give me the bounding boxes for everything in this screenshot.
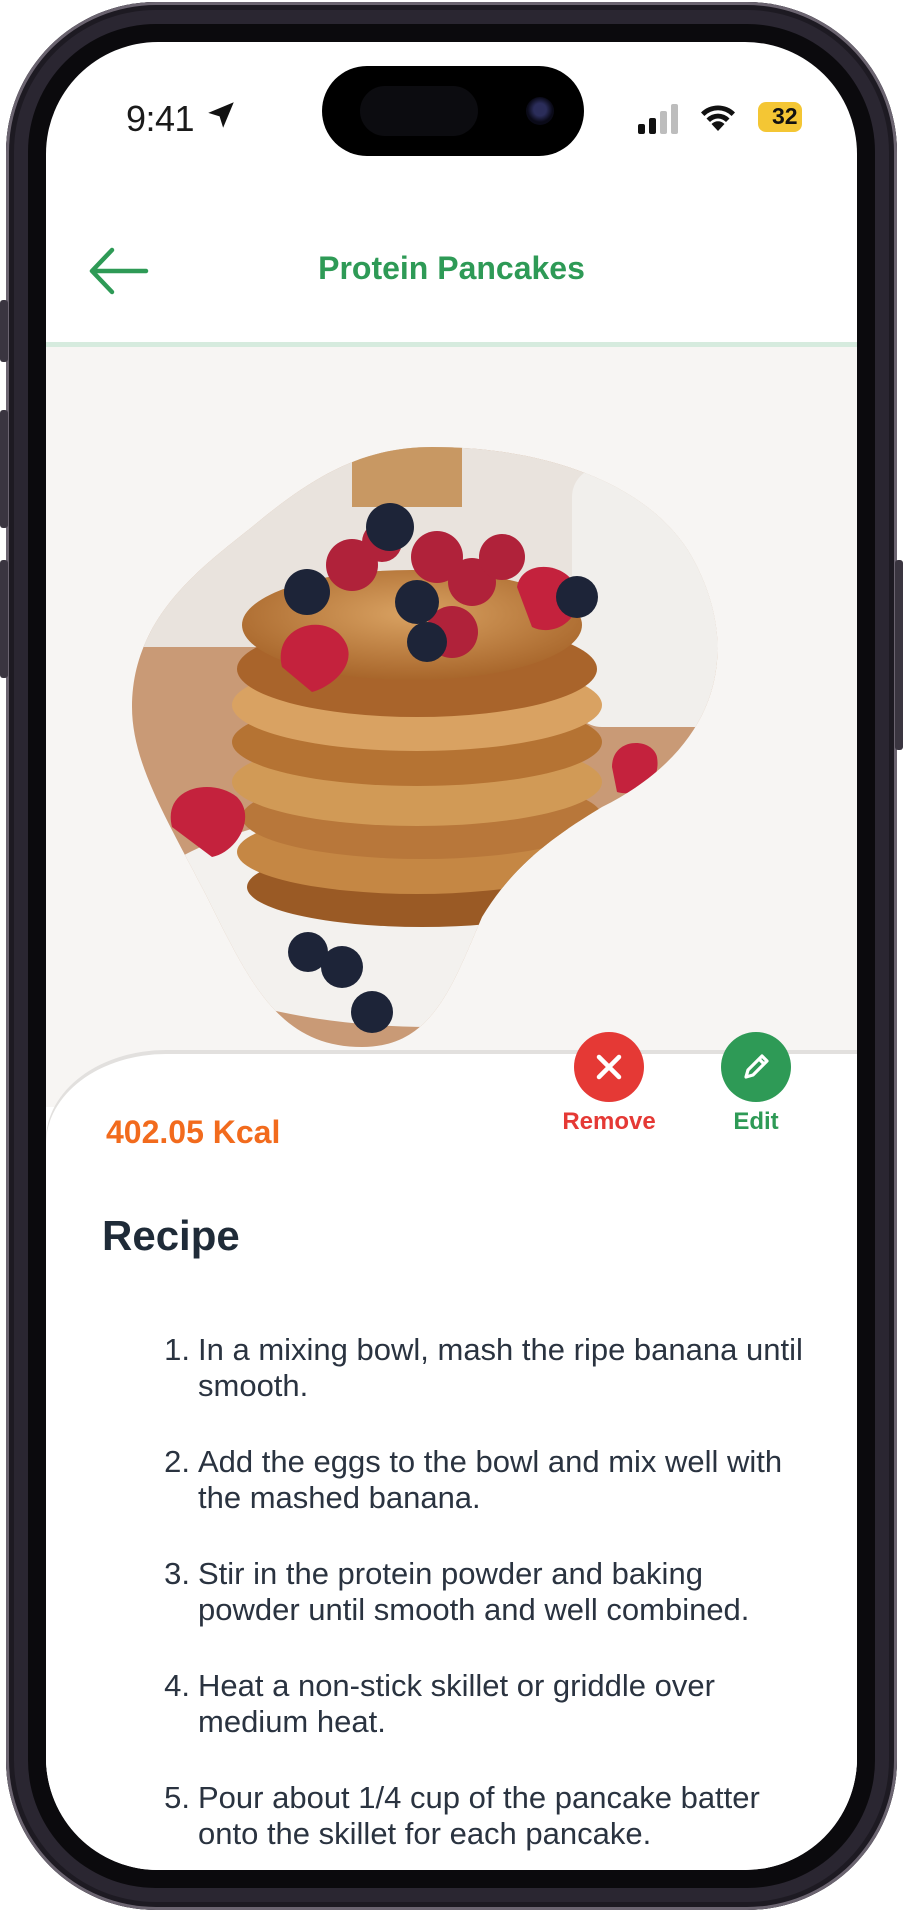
recipe-heading: Recipe — [102, 1212, 240, 1259]
page-title: Protein Pancakes — [318, 250, 585, 286]
step-text: Add the eggs to the bowl and mix well wi… — [198, 1444, 783, 1515]
remove-label: Remove — [562, 1108, 656, 1135]
recipe-step: 5. Pour about 1/4 cup of the pancake bat… — [106, 1780, 806, 1852]
recipe-step: 1. In a mixing bowl, mash the ripe banan… — [106, 1332, 806, 1404]
step-number: 3. — [164, 1556, 190, 1591]
hero-section — [46, 347, 857, 1107]
step-number: 1. — [164, 1332, 190, 1367]
front-camera — [526, 97, 554, 125]
step-text: Heat a non-stick skillet or griddle over… — [198, 1668, 715, 1739]
pencil-icon — [744, 1054, 769, 1079]
remove-button[interactable]: Remove — [554, 1032, 664, 1136]
island-sensor — [360, 86, 478, 136]
edit-label: Edit — [733, 1108, 779, 1135]
power-button — [895, 560, 903, 750]
remove-circle[interactable] — [574, 1032, 644, 1102]
dynamic-island — [322, 66, 584, 156]
recipe-step: 3. Stir in the protein powder and baking… — [106, 1556, 806, 1628]
step-text: Pour about 1/4 cup of the pancake batter… — [198, 1780, 760, 1851]
volume-up-button — [0, 410, 8, 528]
recipe-step: 4. Heat a non-stick skillet or griddle o… — [106, 1668, 806, 1740]
close-icon — [596, 1054, 622, 1080]
cellular-signal-icon — [638, 104, 678, 134]
edit-circle[interactable] — [721, 1032, 791, 1102]
app-header: Protein Pancakes — [46, 202, 857, 347]
action-button — [0, 300, 8, 362]
wifi-icon — [701, 105, 735, 131]
status-bar: 9:41 32 — [46, 42, 857, 202]
step-text: In a mixing bowl, mash the ripe banana u… — [198, 1332, 803, 1403]
pancake-image — [132, 447, 718, 1047]
edit-button[interactable]: Edit — [706, 1032, 806, 1136]
status-time: 9:41 — [126, 98, 195, 139]
screen: 9:41 32 Protein Pancakes Remove Edit 402… — [46, 42, 857, 1870]
step-text: Stir in the protein powder and baking po… — [198, 1556, 750, 1627]
location-arrow-icon — [208, 102, 234, 128]
recipe-step: 2. Add the eggs to the bowl and mix well… — [106, 1444, 806, 1516]
battery-level: 32 — [772, 103, 798, 129]
step-number: 2. — [164, 1444, 190, 1479]
step-number: 5. — [164, 1780, 190, 1815]
recipe-steps: 1. In a mixing bowl, mash the ripe banan… — [106, 1332, 806, 1870]
calorie-value: 402.05 Kcal — [106, 1114, 281, 1150]
step-number: 4. — [164, 1668, 190, 1703]
volume-down-button — [0, 560, 8, 678]
